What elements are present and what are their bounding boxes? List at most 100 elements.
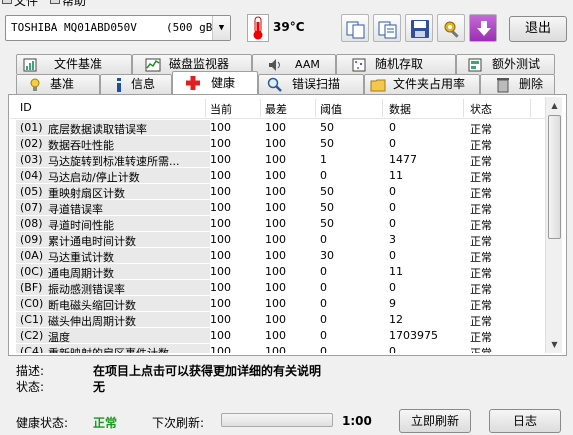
- tab-label: 信息: [131, 77, 156, 91]
- copy-text-button[interactable]: [373, 14, 401, 42]
- tab-error-scan[interactable]: 错误扫描: [258, 74, 364, 94]
- tab-aam[interactable]: AAM: [252, 54, 336, 74]
- attribute-worst: 100: [265, 137, 286, 150]
- menu-file[interactable]: 文件: [14, 0, 38, 9]
- tab-info[interactable]: 信息: [100, 74, 172, 94]
- tab-extra-tests[interactable]: 额外测试: [456, 54, 555, 74]
- attribute-status: 正常: [470, 219, 492, 232]
- header-status[interactable]: 状态: [470, 101, 492, 117]
- attribute-threshold: 0: [320, 281, 327, 294]
- chevron-down-icon[interactable]: ▼: [212, 16, 230, 40]
- header-threshold[interactable]: 阈值: [320, 101, 342, 117]
- scroll-thumb[interactable]: [548, 115, 561, 239]
- attribute-status: 正常: [470, 331, 492, 344]
- refresh-now-button[interactable]: 立即刷新: [399, 409, 471, 433]
- tab-folder-usage[interactable]: 文件夹占用率: [364, 74, 480, 94]
- status-value: 无: [93, 380, 106, 394]
- attribute-name: 重映射扇区计数: [48, 187, 125, 200]
- attribute-worst: 100: [265, 185, 286, 198]
- table-row[interactable]: (07) 寻道错误率 100 100 50 0 正常: [10, 200, 545, 216]
- attribute-name: 寻道时间性能: [48, 219, 114, 232]
- attribute-id: (C0): [20, 297, 44, 310]
- exit-button[interactable]: 退出: [509, 16, 567, 42]
- table-row[interactable]: (05) 重映射扇区计数 100 100 50 0 正常: [10, 184, 545, 200]
- header-worst[interactable]: 最差: [265, 101, 287, 117]
- header-current[interactable]: 当前: [210, 101, 232, 117]
- attribute-threshold: 0: [320, 345, 327, 353]
- random-access-icon: [352, 58, 366, 72]
- tab-erase[interactable]: 删除: [480, 74, 555, 94]
- tools-icon: [444, 21, 459, 38]
- attribute-id: (09): [20, 233, 43, 246]
- attribute-status: 正常: [470, 155, 492, 168]
- info-icon: [117, 78, 121, 92]
- disk-monitor-icon: [145, 58, 161, 72]
- attribute-name: 磁头伸出周期计数: [48, 315, 136, 328]
- log-button[interactable]: 日志: [489, 409, 561, 433]
- refresh-progress-bar: [221, 413, 333, 427]
- attribute-data: 3: [389, 233, 396, 246]
- attribute-name: 温度: [48, 331, 70, 344]
- tab-benchmark[interactable]: 基准: [16, 74, 100, 94]
- smart-table[interactable]: ID 当前 最差 阈值 数据 状态 (01) 底层数据读取错误率 100 100 50 0…: [10, 97, 545, 353]
- health-status-label: 健康状态:: [16, 416, 69, 430]
- attribute-name: 断电磁头缩回计数: [48, 299, 136, 312]
- attribute-threshold: 0: [320, 313, 327, 326]
- health-cross-icon: [186, 76, 200, 90]
- file-menu-icon: [2, 0, 12, 4]
- table-row[interactable]: (0C) 通电周期计数 100 100 0 11 正常: [10, 264, 545, 280]
- table-row[interactable]: (04) 马达启动/停止计数 100 100 0 11 正常: [10, 168, 545, 184]
- table-row[interactable]: (C0) 断电磁头缩回计数 100 100 0 9 正常: [10, 296, 545, 312]
- attribute-threshold: 50: [320, 185, 334, 198]
- error-scan-icon: [267, 77, 282, 92]
- table-row[interactable]: (BF) 振动感测错误率 100 100 0 0 正常: [10, 280, 545, 296]
- attribute-id: (02): [20, 137, 43, 150]
- menu-help[interactable]: 帮助: [62, 0, 86, 9]
- table-scrollbar[interactable]: ▲ ▼: [545, 97, 562, 353]
- attribute-id: (C2): [20, 329, 44, 342]
- attribute-data: 12: [389, 313, 403, 326]
- attribute-status: 正常: [470, 171, 492, 184]
- erase-icon: [497, 78, 509, 93]
- tab-label: 额外测试: [492, 57, 541, 71]
- attribute-cell: [16, 328, 210, 343]
- table-row[interactable]: (08) 寻道时间性能 100 100 50 0 正常: [10, 216, 545, 232]
- copy-button[interactable]: [341, 14, 369, 42]
- attribute-worst: 100: [265, 153, 286, 166]
- attribute-cell: [16, 200, 210, 215]
- table-row[interactable]: (C1) 磁头伸出周期计数 100 100 0 12 正常: [10, 312, 545, 328]
- table-row[interactable]: (C2) 温度 100 100 0 1703975 正常: [10, 328, 545, 344]
- speaker-icon: [269, 59, 280, 71]
- attribute-threshold: 50: [320, 137, 334, 150]
- attribute-worst: 100: [265, 201, 286, 214]
- table-header: ID 当前 最差 阈值 数据 状态: [10, 97, 545, 119]
- attribute-status: 正常: [470, 315, 492, 328]
- tab-health[interactable]: 健康: [172, 71, 258, 94]
- scroll-up-icon[interactable]: ▲: [547, 98, 562, 113]
- attribute-name: 重新映射的扇区事件计数: [48, 345, 169, 353]
- tab-random-access[interactable]: 随机存取: [336, 54, 456, 74]
- attribute-current: 100: [210, 121, 231, 134]
- attribute-worst: 100: [265, 281, 286, 294]
- scroll-down-icon[interactable]: ▼: [547, 337, 562, 352]
- table-row[interactable]: (C4) 重新映射的扇区事件计数 100 100 0 0 正常: [10, 344, 545, 353]
- table-row[interactable]: (0A) 马达重试计数 100 100 30 0 正常: [10, 248, 545, 264]
- table-row[interactable]: (09) 累计通电时间计数 100 100 0 3 正常: [10, 232, 545, 248]
- tools-button[interactable]: [437, 14, 465, 42]
- tab-label: 基准: [50, 77, 75, 91]
- save-button[interactable]: [405, 14, 433, 42]
- table-row[interactable]: (01) 底层数据读取错误率 100 100 50 0 正常: [10, 120, 545, 136]
- refresh-countdown: 1:00: [342, 414, 372, 428]
- tab-label: 文件夹占用率: [393, 77, 466, 91]
- header-id[interactable]: ID: [20, 101, 32, 114]
- attribute-data: 0: [389, 201, 396, 214]
- header-data[interactable]: 数据: [389, 101, 411, 117]
- download-button[interactable]: [469, 14, 497, 42]
- attribute-current: 100: [210, 265, 231, 278]
- table-row[interactable]: (03) 马达旋转到标准转速所需... 100 100 1 1477 正常: [10, 152, 545, 168]
- attribute-current: 100: [210, 249, 231, 262]
- table-row[interactable]: (02) 数据吞吐性能 100 100 50 0 正常: [10, 136, 545, 152]
- attribute-id: (04): [20, 169, 43, 182]
- tab-file-benchmark[interactable]: 文件基准: [16, 54, 132, 74]
- drive-select[interactable]: TOSHIBA MQ01ABD050V (500 gB) ▼: [5, 15, 231, 41]
